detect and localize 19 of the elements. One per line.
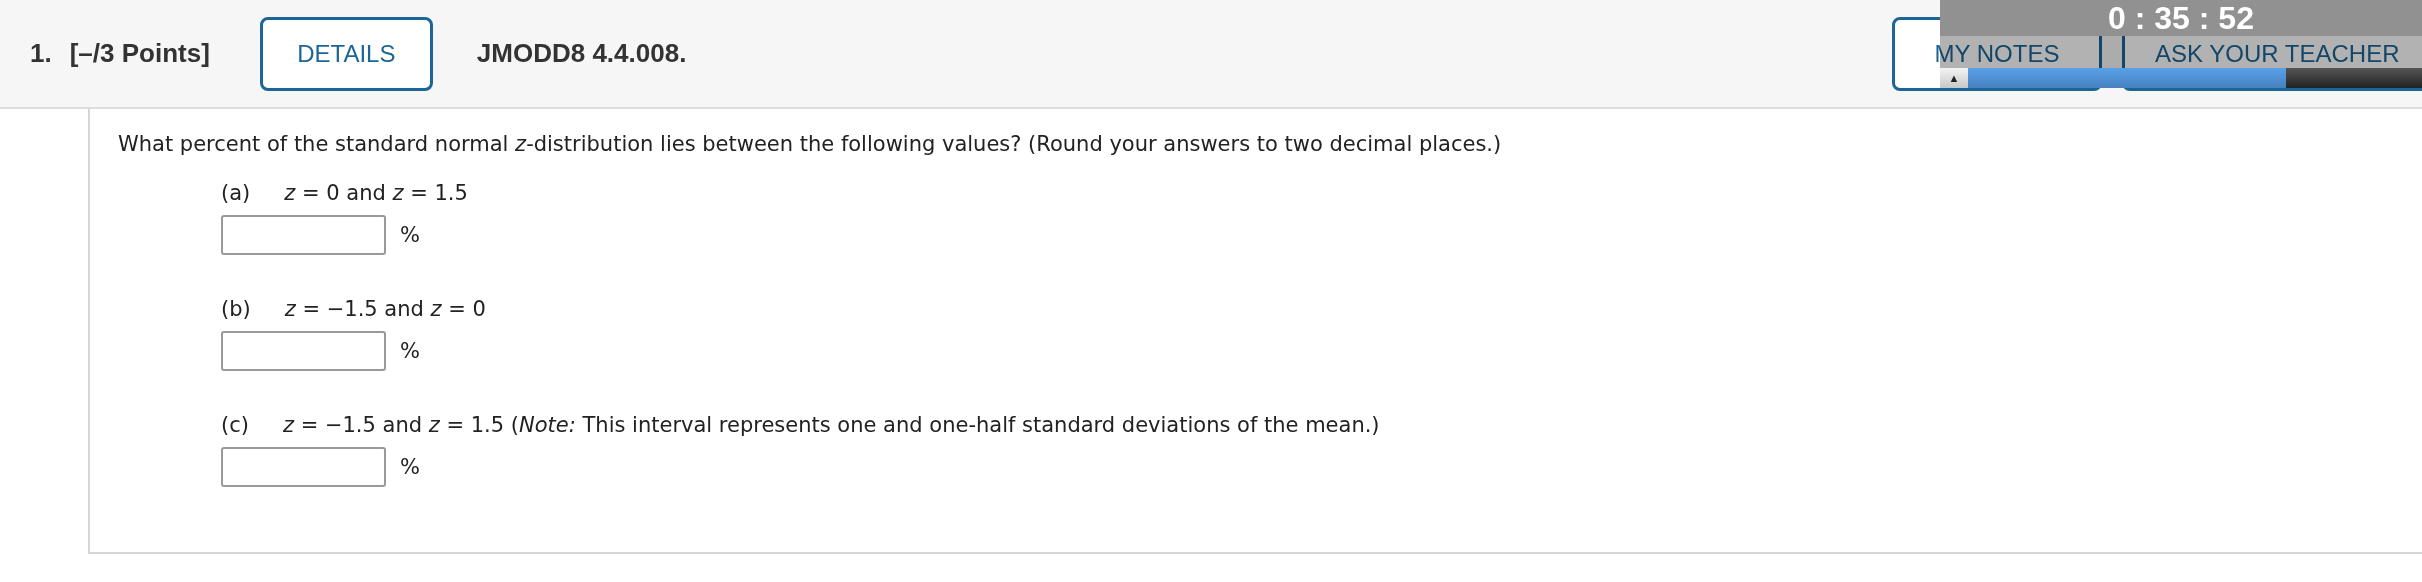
unit-label: % [400, 223, 420, 247]
points-label: [–/3 Points] [69, 38, 210, 69]
part-label: (b) [221, 297, 251, 321]
part-label: (c) [221, 413, 249, 437]
unit-label: % [400, 455, 420, 479]
timer-toggle-button[interactable]: ▲ [1940, 68, 1968, 88]
part-label: (a) [221, 181, 251, 205]
answer-field[interactable] [221, 447, 386, 487]
answer-field[interactable] [221, 331, 386, 371]
details-button[interactable]: DETAILS [259, 16, 433, 91]
timer-text: 0 : 35 : 52 [1940, 0, 2422, 36]
problem-id: JMODD8 4.4.008. [476, 38, 687, 69]
answer-field[interactable] [221, 215, 386, 255]
question-text: What percent of the standard normal z-distribution lies between the following values? (Round your answers to two decimal places.) [118, 131, 1503, 158]
part-text: z = −1.5 and z = 1.5 (Note: This interval represents one and one-half standard deviations of the mean.) [282, 413, 1380, 437]
question-number: 1. [30, 38, 52, 69]
unit-label: % [400, 339, 420, 363]
part-text: z = −1.5 and z = 0 [284, 297, 486, 321]
part-text: z = 0 and z = 1.5 [284, 181, 468, 205]
